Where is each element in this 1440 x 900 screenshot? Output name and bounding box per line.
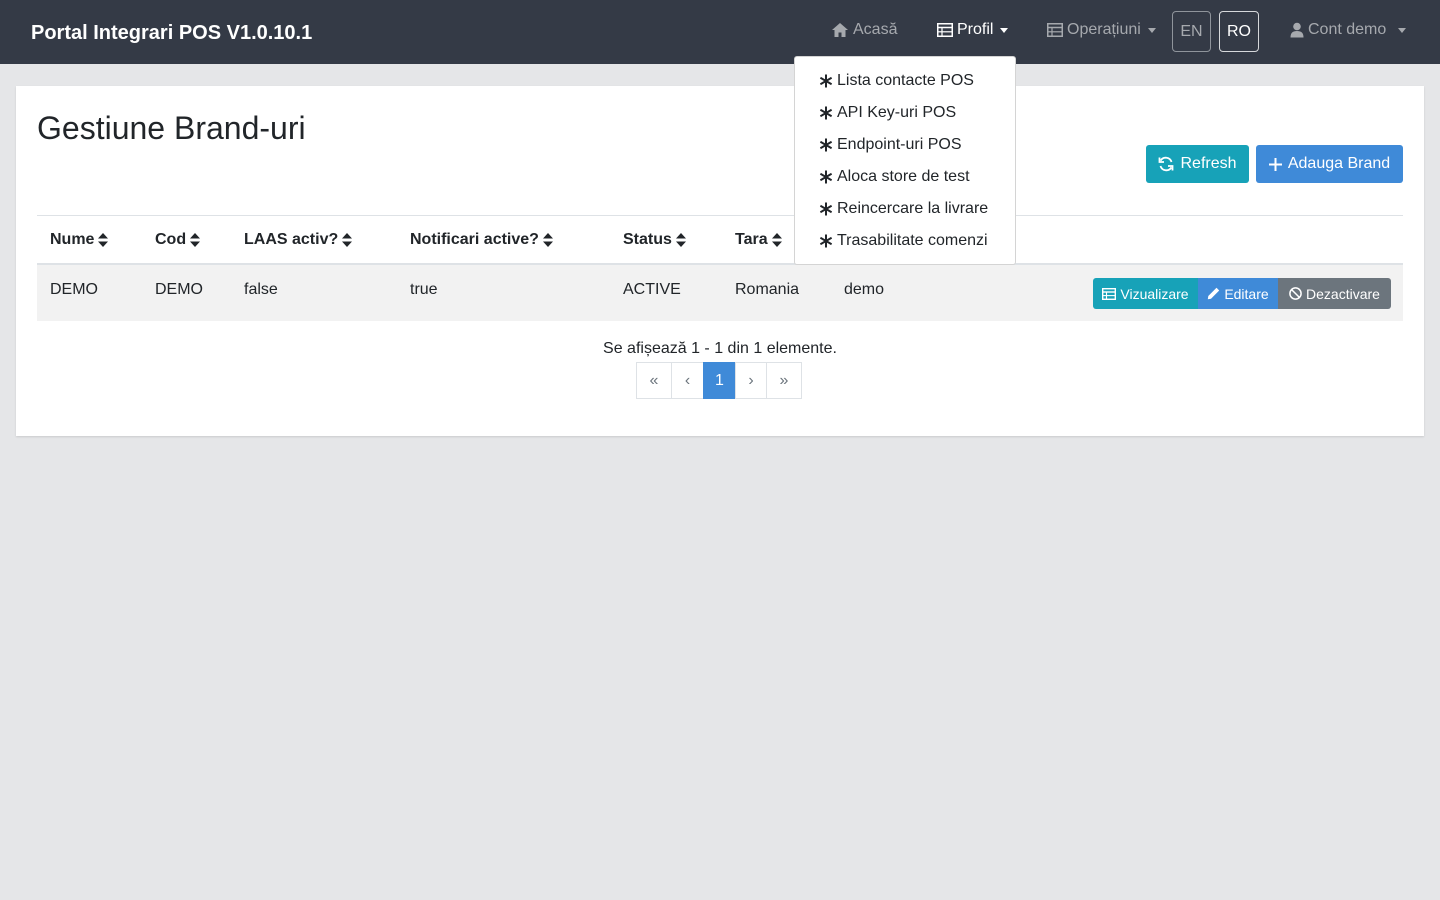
- nav-operations-label: Operațiuni: [1067, 21, 1141, 38]
- sort-icon: [675, 233, 686, 247]
- profile-dropdown-menu: Lista contacte POS API Key-uri POS Endpo…: [794, 56, 1016, 265]
- lang-en-button[interactable]: EN: [1172, 11, 1211, 52]
- column-header-label: Status: [623, 231, 672, 248]
- lang-ro-button[interactable]: RO: [1219, 11, 1259, 52]
- app-brand[interactable]: Portal Integrari POS V1.0.10.1: [31, 22, 312, 45]
- menu-item-label: Endpoint-uri POS: [837, 136, 962, 153]
- main-card: Gestiune Brand-uri Refresh Adauga Brand …: [16, 86, 1424, 436]
- column-header-label: Nume: [50, 231, 95, 248]
- cell-extra: demo: [844, 281, 885, 298]
- nav-home-label: Acasă: [853, 21, 898, 38]
- page-next-button[interactable]: ›: [735, 362, 767, 399]
- column-header-label: Cod: [155, 231, 187, 248]
- edit-button-label: Editare: [1224, 285, 1269, 302]
- page-last-button[interactable]: »: [766, 362, 802, 399]
- menu-item-trasabilitate[interactable]: Trasabilitate comenzi: [819, 232, 988, 250]
- column-header-tara[interactable]: Tara: [735, 231, 782, 249]
- menu-item-reincercare[interactable]: Reincercare la livrare: [819, 200, 988, 218]
- add-brand-button-label: Adauga Brand: [1287, 155, 1391, 172]
- nav-account-label: Cont demo: [1308, 21, 1387, 38]
- refresh-button[interactable]: Refresh: [1146, 145, 1249, 183]
- refresh-button-label: Refresh: [1180, 155, 1237, 172]
- menu-item-aloca-store[interactable]: Aloca store de test: [819, 168, 970, 186]
- nav-operations-dropdown[interactable]: Operațiuni: [1047, 21, 1156, 39]
- column-header-label: Tara: [735, 231, 768, 248]
- sort-icon: [342, 233, 353, 247]
- asterisk-icon: [819, 74, 833, 88]
- column-header-cod[interactable]: Cod: [155, 231, 201, 249]
- menu-item-label: Lista contacte POS: [837, 72, 974, 89]
- pagination-summary: Se afișează 1 - 1 din 1 elemente.: [603, 340, 837, 357]
- chevron-down-icon: [1147, 27, 1156, 33]
- page-prev-button[interactable]: ‹: [671, 362, 704, 399]
- menu-item-label: Reincercare la livrare: [837, 200, 989, 217]
- menu-item-label: Aloca store de test: [837, 168, 970, 185]
- pencil-icon: [1208, 287, 1220, 300]
- sort-icon: [190, 233, 201, 247]
- cell-notificari: true: [410, 281, 438, 298]
- page-first-button[interactable]: «: [636, 362, 672, 399]
- add-brand-button[interactable]: Adauga Brand: [1256, 145, 1403, 183]
- menu-item-endpoints[interactable]: Endpoint-uri POS: [819, 136, 962, 154]
- asterisk-icon: [819, 106, 833, 120]
- menu-item-label: Trasabilitate comenzi: [837, 232, 988, 249]
- column-header-status[interactable]: Status: [623, 231, 686, 249]
- chevron-down-icon: [1000, 27, 1009, 33]
- table-icon: [1047, 23, 1063, 37]
- column-header-notificari[interactable]: Notificari active?: [410, 231, 553, 249]
- edit-button[interactable]: Editare: [1198, 278, 1278, 309]
- column-header-label: Notificari active?: [410, 231, 539, 248]
- home-icon: [832, 23, 848, 37]
- asterisk-icon: [819, 170, 833, 184]
- deactivate-button-label: Dezactivare: [1306, 285, 1380, 302]
- asterisk-icon: [819, 234, 833, 248]
- sort-icon: [771, 233, 782, 247]
- ban-icon: [1289, 287, 1302, 300]
- asterisk-icon: [819, 138, 833, 152]
- view-button-label: Vizualizare: [1120, 285, 1189, 302]
- column-header-label: LAAS activ?: [244, 231, 339, 248]
- nav-account-dropdown[interactable]: Cont demo: [1290, 21, 1407, 39]
- sort-icon: [542, 233, 553, 247]
- user-icon: [1290, 22, 1304, 38]
- view-button[interactable]: Vizualizare: [1093, 278, 1198, 309]
- deactivate-button[interactable]: Dezactivare: [1278, 278, 1391, 309]
- pagination: « ‹ 1 › »: [636, 362, 802, 399]
- cell-nume: DEMO: [50, 281, 98, 298]
- top-navbar: Portal Integrari POS V1.0.10.1 Acasă Pro…: [0, 0, 1440, 64]
- table-icon: [1102, 287, 1117, 300]
- column-header-laas[interactable]: LAAS activ?: [244, 231, 353, 249]
- nav-home[interactable]: Acasă: [831, 21, 897, 39]
- cell-status: ACTIVE: [623, 281, 681, 298]
- table-top-border: [37, 215, 1403, 216]
- asterisk-icon: [819, 202, 833, 216]
- table-icon: [937, 23, 953, 37]
- page-title: Gestiune Brand-uri: [37, 110, 306, 146]
- column-header-nume[interactable]: Nume: [50, 231, 109, 249]
- menu-item-lista-contacte[interactable]: Lista contacte POS: [819, 72, 974, 90]
- sort-icon: [98, 233, 109, 247]
- page-current-button[interactable]: 1: [703, 362, 736, 399]
- chevron-down-icon: [1398, 27, 1407, 33]
- cell-laas: false: [244, 281, 278, 298]
- cell-tara: Romania: [735, 281, 800, 298]
- menu-item-label: API Key-uri POS: [837, 104, 957, 121]
- cell-cod: DEMO: [155, 281, 203, 298]
- nav-profile-dropdown[interactable]: Profil: [937, 21, 1009, 39]
- nav-profile-label: Profil: [957, 21, 994, 38]
- plus-icon: [1268, 157, 1282, 171]
- menu-item-api-keys[interactable]: API Key-uri POS: [819, 104, 956, 122]
- refresh-icon: [1159, 156, 1174, 172]
